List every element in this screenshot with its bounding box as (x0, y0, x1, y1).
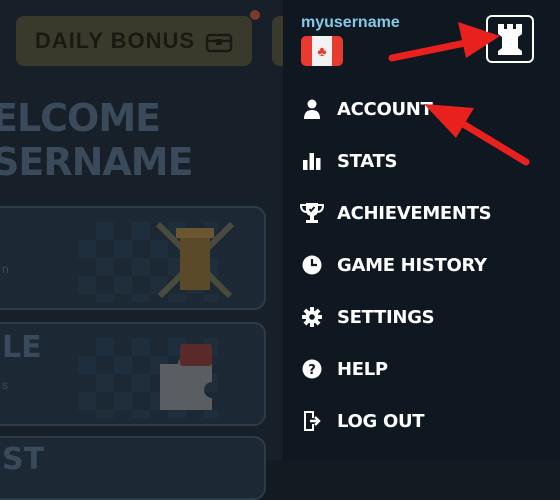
game-mode-card-3[interactable]: ST (0, 436, 266, 500)
menu-item-achievements[interactable]: ACHIEVEMENTS (300, 196, 492, 230)
bar-chart-icon (300, 149, 324, 173)
card-subtitle: s (2, 378, 8, 392)
menu-item-label: GAME HISTORY (337, 254, 487, 276)
menu-item-label: SETTINGS (337, 306, 435, 328)
menu-item-label: ACHIEVEMENTS (337, 202, 492, 224)
clock-icon (300, 253, 324, 277)
svg-text:?: ? (308, 363, 316, 378)
menu-item-stats[interactable]: STATS (300, 144, 397, 178)
puzzle-piece-icon (160, 344, 212, 410)
username-label: myusername (301, 14, 400, 31)
notification-dot (250, 10, 260, 20)
menu-item-label: LOG OUT (337, 410, 425, 432)
menu-item-label: STATS (337, 150, 398, 172)
welcome-heading: ELCOME SERNAME (0, 96, 194, 184)
menu-item-label: ACCOUNT (337, 98, 433, 120)
user-menu-panel (283, 0, 560, 460)
menu-item-account[interactable]: ACCOUNT (300, 92, 433, 126)
daily-bonus-button[interactable]: DAILY BONUS (16, 16, 252, 66)
daily-bonus-label: DAILY BONUS (34, 28, 196, 53)
welcome-line-1: ELCOME (0, 96, 161, 140)
help-icon: ? (300, 357, 324, 381)
game-mode-card-1[interactable]: n (0, 206, 266, 310)
card-title: LE (2, 330, 42, 365)
logout-icon (300, 409, 324, 433)
canada-flag-icon: ♣ (301, 36, 343, 66)
chess-rook-icon (498, 24, 522, 55)
menu-item-help[interactable]: ? HELP (300, 352, 388, 386)
card-subtitle: n (2, 262, 9, 276)
menu-item-game-history[interactable]: GAME HISTORY (300, 248, 487, 282)
treasure-chest-icon (205, 33, 233, 53)
gear-icon (300, 305, 324, 329)
game-mode-card-2[interactable]: LE s (0, 322, 266, 426)
menu-item-log-out[interactable]: LOG OUT (300, 404, 425, 438)
user-icon (300, 97, 324, 121)
menu-item-settings[interactable]: SETTINGS (300, 300, 435, 334)
menu-item-label: HELP (337, 358, 388, 380)
trophy-icon (300, 201, 324, 225)
welcome-line-2: SERNAME (0, 140, 194, 184)
avatar[interactable] (486, 15, 534, 63)
rook-swords-icon (155, 221, 235, 299)
